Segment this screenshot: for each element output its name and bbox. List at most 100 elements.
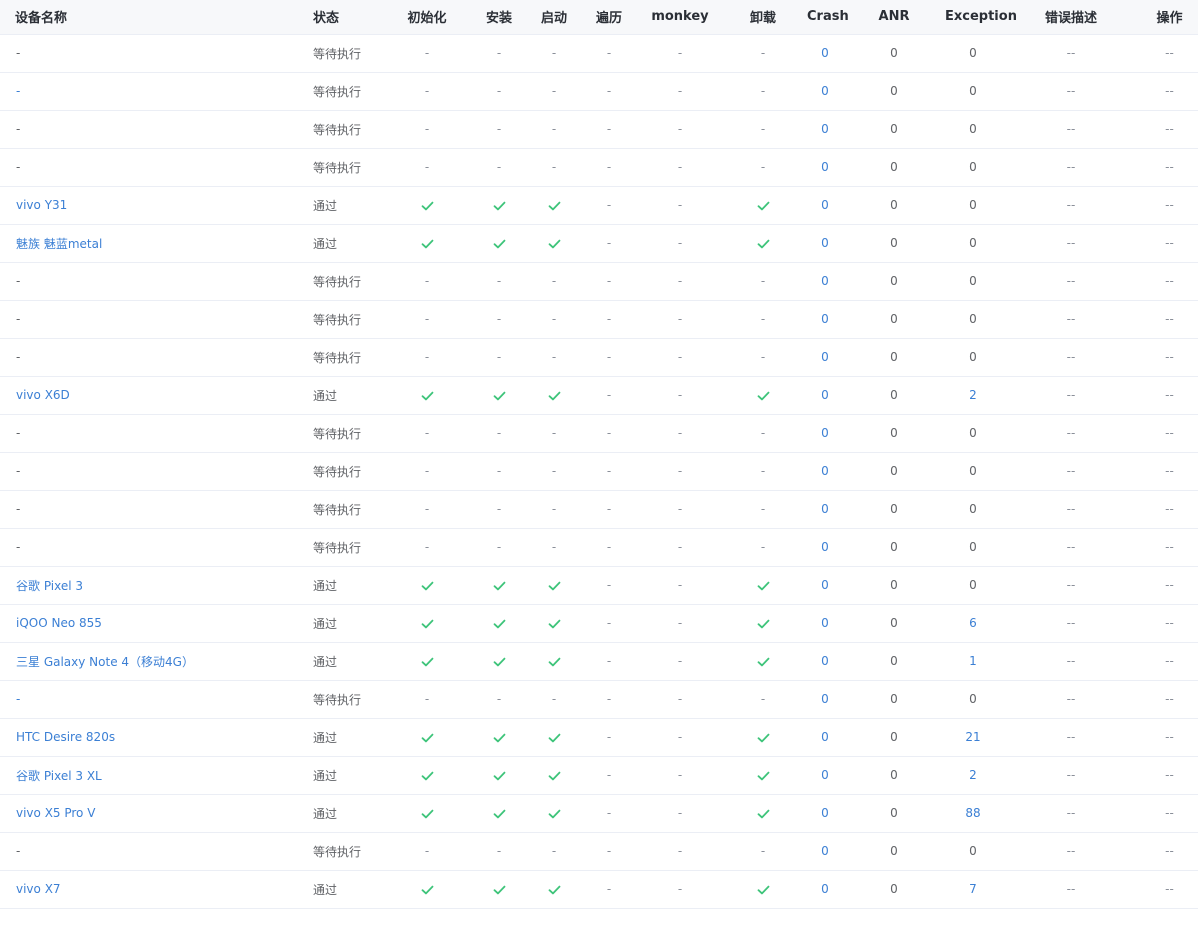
device-name-link[interactable]: iQOO Neo 855 [0, 604, 297, 642]
device-name-link[interactable]: - [0, 680, 297, 718]
crash-cell: 0 [807, 110, 843, 148]
error-description: -- [1066, 84, 1076, 98]
status-text: 通过 [313, 654, 338, 669]
crash-cell: 0 [807, 718, 843, 756]
device-name-link[interactable]: 魅族 魅蓝metal [0, 224, 297, 262]
crash-count-link[interactable]: 0 [821, 388, 829, 402]
monkey-value: - [677, 616, 683, 630]
crash-count-link[interactable]: 0 [821, 160, 829, 174]
header-row: 设备名称 状态 初始化 安装 启动 遍历 monkey 卸载 Crash ANR… [0, 0, 1198, 34]
crash-count-link[interactable]: 0 [821, 502, 829, 516]
check-icon [757, 657, 769, 666]
crash-count-link[interactable]: 0 [821, 768, 829, 782]
error-description: -- [1066, 350, 1076, 364]
device-name-link[interactable]: 谷歌 Pixel 3 XL [0, 756, 297, 794]
crash-cell: 0 [807, 452, 843, 490]
launch-value: - [551, 122, 557, 136]
anr-count: 0 [890, 350, 898, 364]
header-error-desc: 错误描述 [1044, 11, 1097, 27]
table-row: - 等待执行 - - - - - -0 0 0 -- -- [0, 490, 1198, 528]
init-pass-cell [387, 870, 467, 908]
check-icon [421, 771, 433, 780]
exception-cell: 2 [945, 756, 1001, 794]
exception-count-link[interactable]: 21 [965, 730, 980, 744]
crash-count-link[interactable]: 0 [821, 236, 829, 250]
table-row: - 等待执行 - - - - - -0 0 0 -- -- [0, 34, 1198, 72]
check-icon [493, 201, 505, 210]
uninstall-value: - [760, 350, 766, 364]
crash-count-link[interactable]: 0 [821, 692, 829, 706]
exception-count: 0 [969, 844, 977, 858]
crash-count-link[interactable]: 0 [821, 616, 829, 630]
anr-count: 0 [890, 882, 898, 896]
exception-count-link[interactable]: 1 [969, 654, 977, 668]
crash-count-link[interactable]: 0 [821, 882, 829, 896]
install-value: - [496, 692, 502, 706]
device-name-link[interactable]: 谷歌 Pixel 3 [0, 566, 297, 604]
init-value: - [424, 692, 430, 706]
operation-cell: -- [1165, 350, 1174, 364]
anr-count: 0 [890, 84, 898, 98]
crash-count-link[interactable]: 0 [821, 464, 829, 478]
operation-cell: -- [1165, 160, 1174, 174]
device-name-link[interactable]: vivo X5 Pro V [0, 794, 297, 832]
crash-count-link[interactable]: 0 [821, 84, 829, 98]
error-description: -- [1066, 236, 1076, 250]
device-name: - [16, 844, 21, 858]
check-icon [548, 391, 560, 400]
crash-cell: 0 [807, 870, 843, 908]
launch-pass-cell [531, 756, 577, 794]
check-icon [493, 391, 505, 400]
crash-count-link[interactable]: 0 [821, 540, 829, 554]
install-value: - [496, 540, 502, 554]
check-icon [421, 885, 433, 894]
header-operation: 操作 [1156, 11, 1183, 27]
install-value: - [496, 46, 502, 60]
check-icon [548, 771, 560, 780]
error-description: -- [1066, 692, 1076, 706]
crash-count-link[interactable]: 0 [821, 350, 829, 364]
crash-count-link[interactable]: 0 [821, 844, 829, 858]
table-row: - 等待执行 - - - - - -0 0 0 -- -- [0, 452, 1198, 490]
device-name-link[interactable]: - [0, 72, 297, 110]
exception-count-link[interactable]: 6 [969, 616, 977, 630]
crash-count-link[interactable]: 0 [821, 198, 829, 212]
check-icon [548, 239, 560, 248]
crash-count-link[interactable]: 0 [821, 426, 829, 440]
device-name: - [16, 312, 21, 326]
anr-count: 0 [890, 274, 898, 288]
crash-cell: 0 [807, 300, 843, 338]
crash-cell: 0 [807, 832, 843, 870]
exception-count-link[interactable]: 88 [965, 806, 980, 820]
crash-count-link[interactable]: 0 [821, 312, 829, 326]
crash-count-link[interactable]: 0 [821, 806, 829, 820]
device-name-link[interactable]: vivo X6D [0, 376, 297, 414]
device-name-link[interactable]: HTC Desire 820s [0, 718, 297, 756]
traverse-value: - [606, 692, 612, 706]
table-row: - 等待执行 - - - - - -0 0 0 -- -- [0, 338, 1198, 376]
device-name-link[interactable]: vivo X7 [0, 870, 297, 908]
crash-count-link[interactable]: 0 [821, 654, 829, 668]
device-name-link[interactable]: vivo Y31 [0, 186, 297, 224]
exception-count-link[interactable]: 2 [969, 388, 977, 402]
anr-count: 0 [890, 464, 898, 478]
operation-cell: -- [1165, 388, 1174, 402]
exception-count-link[interactable]: 7 [969, 882, 977, 896]
table-header: 设备名称 状态 初始化 安装 启动 遍历 monkey 卸载 Crash ANR… [0, 0, 1198, 34]
exception-count-link[interactable]: 2 [969, 768, 977, 782]
device-name-link[interactable]: 三星 Galaxy Note 4（移动4G） [0, 642, 297, 680]
crash-count-link[interactable]: 0 [821, 730, 829, 744]
anr-count: 0 [890, 46, 898, 60]
crash-count-link[interactable]: 0 [821, 46, 829, 60]
table-row: 谷歌 Pixel 3 XL 通过 - -0 0 2 -- -- [0, 756, 1198, 794]
table-row: - 等待执行 - - - - - -0 0 0 -- -- [0, 262, 1198, 300]
launch-value: - [551, 312, 557, 326]
crash-count-link[interactable]: 0 [821, 578, 829, 592]
traverse-value: - [606, 654, 612, 668]
crash-count-link[interactable]: 0 [821, 274, 829, 288]
table-row: - 等待执行 - - - - - -0 0 0 -- -- [0, 528, 1198, 566]
status-text: 等待执行 [313, 692, 362, 707]
check-icon [757, 391, 769, 400]
crash-count-link[interactable]: 0 [821, 122, 829, 136]
operation-cell: -- [1165, 730, 1174, 744]
